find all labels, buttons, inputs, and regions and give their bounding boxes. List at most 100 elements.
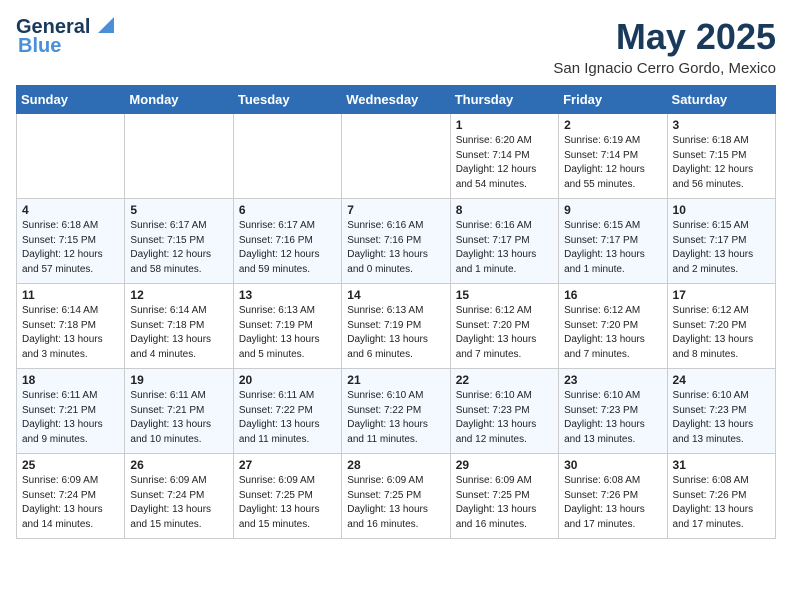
month-title: May 2025: [553, 16, 776, 58]
day-number: 10: [673, 203, 770, 217]
calendar-cell: 17 Sunrise: 6:12 AM Sunset: 7:20 PM Dayli…: [667, 284, 775, 369]
day-info: Sunrise: 6:15 AM Sunset: 7:17 PM Dayligh…: [564, 219, 661, 277]
calendar-cell: 16Sunrise: 6:12 AM Sunset: 7:20 PM Dayli…: [559, 284, 667, 369]
day-info: Sunrise: 6:09 AM Sunset: 7:24 PM Dayligh…: [130, 474, 227, 532]
day-info: Sunrise: 6:12 AM Sunset: 7:20 PM Dayligh…: [673, 304, 770, 362]
calendar-cell: 20Sunrise: 6:11 AM Sunset: 7:22 PM Dayli…: [233, 369, 341, 454]
calendar-cell: 15Sunrise: 6:12 AM Sunset: 7:20 PM Dayli…: [450, 284, 558, 369]
day-number: 23: [564, 373, 661, 387]
calendar-cell: 22 Sunrise: 6:10 AM Sunset: 7:23 PM Dayli…: [450, 369, 558, 454]
calendar-cell: [125, 114, 233, 199]
day-number: 31: [673, 458, 770, 472]
weekday-header-monday: Monday: [125, 86, 233, 114]
day-info: Sunrise: 6:10 AM Sunset: 7:23 PM Dayligh…: [456, 389, 553, 447]
day-info: Sunrise: 6:10 AM Sunset: 7:23 PM Dayligh…: [673, 389, 770, 447]
day-number: 26: [130, 458, 227, 472]
calendar-cell: 2 Sunrise: 6:19 AM Sunset: 7:14 PM Daylig…: [559, 114, 667, 199]
calendar-cell: 30 Sunrise: 6:08 AM Sunset: 7:26 PM Dayli…: [559, 454, 667, 539]
day-info: Sunrise: 6:12 AM Sunset: 7:20 PM Dayligh…: [456, 304, 553, 362]
day-number: 27: [239, 458, 336, 472]
calendar-cell: 11 Sunrise: 6:14 AM Sunset: 7:18 PM Dayli…: [17, 284, 125, 369]
weekday-header-friday: Friday: [559, 86, 667, 114]
calendar-cell: 4Sunrise: 6:18 AM Sunset: 7:15 PM Daylig…: [17, 199, 125, 284]
calendar-cell: 9 Sunrise: 6:15 AM Sunset: 7:17 PM Daylig…: [559, 199, 667, 284]
calendar-cell: 24 Sunrise: 6:10 AM Sunset: 7:23 PM Dayli…: [667, 369, 775, 454]
day-number: 6: [239, 203, 336, 217]
day-number: 7: [347, 203, 444, 217]
day-number: 28: [347, 458, 444, 472]
calendar-cell: 8Sunrise: 6:16 AM Sunset: 7:17 PM Daylig…: [450, 199, 558, 284]
day-info: Sunrise: 6:17 AM Sunset: 7:16 PM Dayligh…: [239, 219, 336, 277]
day-number: 3: [673, 118, 770, 132]
day-info: Sunrise: 6:16 AM Sunset: 7:17 PM Dayligh…: [456, 219, 553, 277]
day-info: Sunrise: 6:16 AM Sunset: 7:16 PM Dayligh…: [347, 219, 444, 277]
day-info: Sunrise: 6:13 AM Sunset: 7:19 PM Dayligh…: [239, 304, 336, 362]
day-number: 22: [456, 373, 553, 387]
weekday-header-wednesday: Wednesday: [342, 86, 450, 114]
calendar-cell: 27Sunrise: 6:09 AM Sunset: 7:25 PM Dayli…: [233, 454, 341, 539]
day-info: Sunrise: 6:09 AM Sunset: 7:25 PM Dayligh…: [347, 474, 444, 532]
day-number: 11: [22, 288, 119, 302]
day-info: Sunrise: 6:08 AM Sunset: 7:26 PM Dayligh…: [564, 474, 661, 532]
day-number: 24: [673, 373, 770, 387]
calendar-cell: 25Sunrise: 6:09 AM Sunset: 7:24 PM Dayli…: [17, 454, 125, 539]
day-number: 29: [456, 458, 553, 472]
day-info: Sunrise: 6:18 AM Sunset: 7:15 PM Dayligh…: [673, 134, 770, 192]
calendar-cell: 1Sunrise: 6:20 AM Sunset: 7:14 PM Daylig…: [450, 114, 558, 199]
calendar-week-row: 18 Sunrise: 6:11 AM Sunset: 7:21 PM Dayli…: [17, 369, 776, 454]
day-number: 25: [22, 458, 119, 472]
day-number: 2: [564, 118, 661, 132]
calendar-week-row: 1Sunrise: 6:20 AM Sunset: 7:14 PM Daylig…: [17, 114, 776, 199]
calendar-cell: 31Sunrise: 6:08 AM Sunset: 7:26 PM Dayli…: [667, 454, 775, 539]
day-number: 30: [564, 458, 661, 472]
calendar-cell: 6 Sunrise: 6:17 AM Sunset: 7:16 PM Daylig…: [233, 199, 341, 284]
calendar-cell: 13Sunrise: 6:13 AM Sunset: 7:19 PM Dayli…: [233, 284, 341, 369]
page-header: General Blue May 2025 San Ignacio Cerro …: [16, 16, 776, 77]
logo-blue: Blue: [18, 35, 61, 58]
weekday-header-saturday: Saturday: [667, 86, 775, 114]
calendar-cell: 23 Sunrise: 6:10 AM Sunset: 7:23 PM Dayli…: [559, 369, 667, 454]
day-info: Sunrise: 6:11 AM Sunset: 7:22 PM Dayligh…: [239, 389, 336, 447]
day-number: 17: [673, 288, 770, 302]
weekday-header-tuesday: Tuesday: [233, 86, 341, 114]
calendar-cell: 14Sunrise: 6:13 AM Sunset: 7:19 PM Dayli…: [342, 284, 450, 369]
calendar-week-row: 11 Sunrise: 6:14 AM Sunset: 7:18 PM Dayli…: [17, 284, 776, 369]
day-number: 19: [130, 373, 227, 387]
day-number: 18: [22, 373, 119, 387]
calendar-cell: [233, 114, 341, 199]
calendar-cell: 19 Sunrise: 6:11 AM Sunset: 7:21 PM Dayli…: [125, 369, 233, 454]
day-info: Sunrise: 6:15 AM Sunset: 7:17 PM Dayligh…: [673, 219, 770, 277]
calendar-cell: 7 Sunrise: 6:16 AM Sunset: 7:16 PM Daylig…: [342, 199, 450, 284]
day-number: 21: [347, 373, 444, 387]
logo-icon: [92, 15, 114, 37]
day-info: Sunrise: 6:11 AM Sunset: 7:21 PM Dayligh…: [130, 389, 227, 447]
day-number: 12: [130, 288, 227, 302]
day-number: 5: [130, 203, 227, 217]
day-info: Sunrise: 6:19 AM Sunset: 7:14 PM Dayligh…: [564, 134, 661, 192]
calendar-cell: 21Sunrise: 6:10 AM Sunset: 7:22 PM Dayli…: [342, 369, 450, 454]
day-info: Sunrise: 6:17 AM Sunset: 7:15 PM Dayligh…: [130, 219, 227, 277]
day-info: Sunrise: 6:14 AM Sunset: 7:18 PM Dayligh…: [22, 304, 119, 362]
calendar-table: SundayMondayTuesdayWednesdayThursdayFrid…: [16, 85, 776, 539]
day-info: Sunrise: 6:12 AM Sunset: 7:20 PM Dayligh…: [564, 304, 661, 362]
day-info: Sunrise: 6:11 AM Sunset: 7:21 PM Dayligh…: [22, 389, 119, 447]
calendar-cell: 12 Sunrise: 6:14 AM Sunset: 7:18 PM Dayli…: [125, 284, 233, 369]
day-info: Sunrise: 6:10 AM Sunset: 7:23 PM Dayligh…: [564, 389, 661, 447]
title-block: May 2025 San Ignacio Cerro Gordo, Mexico: [553, 16, 776, 77]
calendar-week-row: 25 Sunrise: 6:09 AM Sunset: 7:24 PM Dayli…: [17, 454, 776, 539]
day-number: 14: [347, 288, 444, 302]
day-info: Sunrise: 6:09 AM Sunset: 7:25 PM Dayligh…: [456, 474, 553, 532]
calendar-cell: 18 Sunrise: 6:11 AM Sunset: 7:21 PM Dayli…: [17, 369, 125, 454]
day-info: Sunrise: 6:18 AM Sunset: 7:15 PM Dayligh…: [22, 219, 119, 277]
day-info: Sunrise: 6:14 AM Sunset: 7:18 PM Dayligh…: [130, 304, 227, 362]
calendar-cell: 29 Sunrise: 6:09 AM Sunset: 7:25 PM Dayli…: [450, 454, 558, 539]
weekday-header-thursday: Thursday: [450, 86, 558, 114]
calendar-cell: 10 Sunrise: 6:15 AM Sunset: 7:17 PM Dayli…: [667, 199, 775, 284]
calendar-cell: [342, 114, 450, 199]
day-number: 9: [564, 203, 661, 217]
calendar-cell: 3 Sunrise: 6:18 AM Sunset: 7:15 PM Daylig…: [667, 114, 775, 199]
location-title: San Ignacio Cerro Gordo, Mexico: [553, 60, 776, 77]
logo: General Blue: [16, 16, 114, 58]
calendar-week-row: 4Sunrise: 6:18 AM Sunset: 7:15 PM Daylig…: [17, 199, 776, 284]
weekday-header-row: SundayMondayTuesdayWednesdayThursdayFrid…: [17, 86, 776, 114]
